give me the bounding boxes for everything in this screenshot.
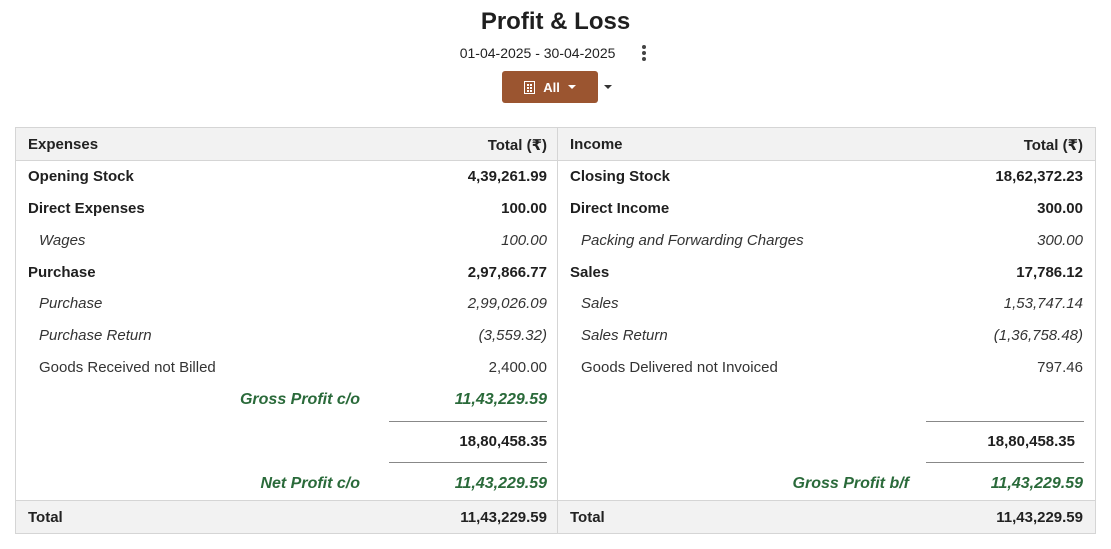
- table-row[interactable]: Packing and Forwarding Charges 300.00: [558, 225, 1095, 257]
- branch-dropdown-toggle[interactable]: [604, 85, 612, 89]
- table-row[interactable]: Wages 100.00: [16, 225, 557, 257]
- expenses-header-label: Expenses: [28, 136, 99, 153]
- income-header-label: Income: [570, 136, 623, 153]
- row-label: Closing Stock: [570, 168, 671, 185]
- date-range-row: 01-04-2025 - 30-04-2025: [0, 44, 1111, 62]
- row-amount: 1,53,747.14: [1003, 295, 1083, 312]
- income-panel: Income Total (₹) Closing Stock 18,62,372…: [557, 128, 1095, 533]
- expenses-total-header: Total (₹): [487, 137, 547, 154]
- row-amount: (3,559.32): [478, 327, 547, 344]
- income-total-header: Total (₹): [1023, 137, 1083, 154]
- subtotal-row: 18,80,458.35: [16, 426, 557, 458]
- expenses-total-amount: 11,43,229.59: [460, 509, 547, 526]
- table-row[interactable]: Purchase 2,97,866.77: [16, 257, 557, 289]
- row-label: Purchase: [39, 295, 103, 312]
- gross-profit-bf-row: Gross Profit b/f 11,43,229.59: [558, 468, 1095, 500]
- profit-loss-report: Expenses Total (₹) Opening Stock 4,39,26…: [15, 127, 1096, 534]
- income-total-row: Total 11,43,229.59: [558, 500, 1095, 533]
- expenses-header: Expenses Total (₹): [16, 128, 557, 161]
- row-label: Purchase: [28, 264, 96, 281]
- page-title: Profit & Loss: [480, 8, 631, 35]
- income-total-amount: 11,43,229.59: [996, 509, 1083, 526]
- branch-button[interactable]: All: [502, 71, 598, 103]
- net-profit-label: Net Profit c/o: [260, 475, 360, 492]
- row-label: Purchase Return: [39, 327, 152, 344]
- subtotal-row: 18,80,458.35: [558, 426, 1095, 458]
- gross-profit-amount: 11,43,229.59: [454, 391, 547, 408]
- row-amount: 18,62,372.23: [995, 168, 1083, 185]
- building-icon: [524, 80, 536, 94]
- row-label: Goods Received not Billed: [39, 359, 216, 376]
- row-label: Sales: [570, 264, 610, 281]
- date-range[interactable]: 01-04-2025 - 30-04-2025: [460, 45, 616, 61]
- table-row[interactable]: Direct Expenses 100.00: [16, 193, 557, 225]
- caret-down-icon: [567, 85, 576, 89]
- table-row[interactable]: Sales 17,786.12: [558, 257, 1095, 289]
- row-amount: 2,97,866.77: [467, 264, 547, 281]
- row-label: Sales: [581, 295, 619, 312]
- table-row[interactable]: Direct Income 300.00: [558, 193, 1095, 225]
- table-row[interactable]: Sales Return (1,36,758.48): [558, 320, 1095, 352]
- row-label: Wages: [39, 232, 86, 249]
- table-row[interactable]: Goods Delivered not Invoiced 797.46: [558, 352, 1095, 384]
- subtotal-amount: 18,80,458.35: [987, 433, 1075, 450]
- expenses-total-label: Total: [28, 509, 63, 526]
- income-total-label: Total: [570, 509, 605, 526]
- net-profit-amount: 11,43,229.59: [454, 475, 547, 492]
- table-row[interactable]: Purchase 2,99,026.09: [16, 288, 557, 320]
- table-row[interactable]: Goods Received not Billed 2,400.00: [16, 352, 557, 384]
- row-label: Opening Stock: [28, 168, 134, 185]
- gross-profit-label: Gross Profit c/o: [239, 391, 360, 408]
- row-amount: 17,786.12: [1016, 264, 1083, 281]
- table-row[interactable]: Purchase Return (3,559.32): [16, 320, 557, 352]
- subtotal-amount: 18,80,458.35: [459, 433, 547, 450]
- net-profit-row: Net Profit c/o 11,43,229.59: [16, 468, 557, 500]
- row-amount: 300.00: [1037, 232, 1083, 249]
- expenses-panel: Expenses Total (₹) Opening Stock 4,39,26…: [16, 128, 557, 533]
- kebab-menu-icon[interactable]: [637, 44, 651, 62]
- gross-profit-bf-label: Gross Profit b/f: [792, 475, 909, 492]
- table-row[interactable]: Sales 1,53,747.14: [558, 288, 1095, 320]
- row-amount: (1,36,758.48): [993, 327, 1083, 344]
- row-label: Direct Expenses: [28, 200, 145, 217]
- subtotal-divider: [926, 421, 1084, 422]
- subtotal-divider: [389, 421, 547, 422]
- row-amount: 4,39,261.99: [467, 168, 547, 185]
- subtotal-divider: [926, 462, 1084, 463]
- income-header: Income Total (₹): [558, 128, 1095, 161]
- gross-profit-bf-amount: 11,43,229.59: [990, 475, 1083, 492]
- row-amount: 797.46: [1037, 359, 1083, 376]
- expenses-total-row: Total 11,43,229.59: [16, 500, 557, 533]
- row-label: Direct Income: [570, 200, 670, 217]
- row-label: Packing and Forwarding Charges: [581, 232, 804, 249]
- row-label: Goods Delivered not Invoiced: [581, 359, 778, 376]
- subtotal-divider: [389, 462, 547, 463]
- table-row[interactable]: Opening Stock 4,39,261.99: [16, 161, 557, 193]
- row-amount: 2,99,026.09: [467, 295, 547, 312]
- row-amount: 2,400.00: [488, 359, 547, 376]
- gross-profit-row: Gross Profit c/o 11,43,229.59: [16, 384, 557, 416]
- branch-label: All: [543, 79, 560, 95]
- row-amount: 100.00: [501, 200, 547, 217]
- row-amount: 100.00: [501, 232, 547, 249]
- table-row[interactable]: Closing Stock 18,62,372.23: [558, 161, 1095, 193]
- row-label: Sales Return: [581, 327, 668, 344]
- branch-selector: All: [502, 71, 612, 103]
- row-amount: 300.00: [1037, 200, 1083, 217]
